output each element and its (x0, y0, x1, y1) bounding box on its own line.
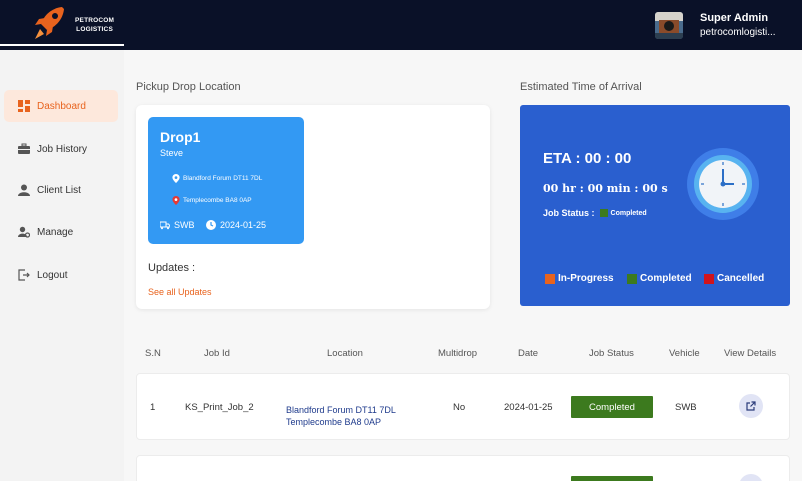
pickup-panel: Drop1 Steve Blandford Forum DT11 7DL Tem… (136, 105, 490, 309)
status-completed-swatch (599, 209, 608, 217)
job-status-value: Completed (599, 209, 647, 217)
brand-line1: PETROCOM (75, 17, 115, 24)
sidebar: Dashboard Job History Client List Manage… (0, 50, 124, 481)
drop-card[interactable]: Drop1 Steve Blandford Forum DT11 7DL Tem… (148, 117, 304, 244)
eta-countdown: 00 hr : 00 min : 00 s (543, 182, 668, 195)
legend-label: Cancelled (717, 273, 765, 284)
legend-in-progress: In-Progress (545, 273, 614, 284)
cell-sn: 1 (150, 402, 156, 413)
status-badge (571, 476, 653, 481)
legend-cancelled: Cancelled (704, 273, 764, 284)
cell-date: 2024-01-25 (504, 402, 553, 413)
top-bar: PETROCOM LOGISTICS Super Admin petrocoml… (0, 0, 802, 50)
sidebar-item-label: Dashboard (37, 100, 86, 112)
sidebar-item-logout[interactable]: Logout (4, 259, 118, 291)
drop-to-text: Templecombe BA8 0AP (183, 197, 252, 204)
table-row[interactable]: 1 KS_Print_Job_2 Blandford Forum DT11 7D… (136, 373, 790, 440)
sidebar-item-label: Job History (37, 143, 88, 155)
cell-vehicle: SWB (675, 402, 697, 413)
drop-to: Templecombe BA8 0AP (172, 196, 252, 205)
drop-from: Blandford Forum DT11 7DL (172, 174, 262, 183)
cell-location-from: Blandford Forum DT11 7DL (286, 405, 396, 415)
cell-job-id: KS_Print_Job_2 (185, 402, 254, 413)
see-all-updates-link[interactable]: See all Updates (148, 287, 212, 297)
drop-vehicle-text: SWB (174, 220, 195, 230)
header-job-id: Job Id (204, 348, 230, 359)
sidebar-item-client-list[interactable]: Client List (4, 174, 118, 206)
briefcase-icon (18, 143, 30, 155)
user-icon (18, 184, 30, 196)
avatar[interactable] (655, 12, 683, 39)
header-vehicle: Vehicle (669, 348, 700, 359)
header-date: Date (518, 348, 539, 359)
external-link-icon (746, 401, 756, 411)
job-status: Job Status : Completed (543, 208, 647, 218)
sidebar-item-job-history[interactable]: Job History (4, 133, 118, 165)
drop-date-text: 2024-01-25 (220, 220, 267, 230)
sidebar-item-label: Logout (37, 269, 68, 281)
sidebar-item-manage[interactable]: Manage (4, 216, 118, 248)
header-job-status: Job Status (589, 348, 634, 359)
cell-location-to: Templecombe BA8 0AP (286, 417, 382, 427)
eta-panel: ETA : 00 : 00 00 hr : 00 min : 00 s Job … (520, 105, 790, 306)
updates-label: Updates : (148, 262, 196, 274)
sidebar-item-label: Client List (37, 184, 81, 196)
cell-location[interactable]: Blandford Forum DT11 7DL Templecombe BA8… (286, 404, 396, 428)
legend-completed: Completed (627, 273, 692, 284)
cell-multidrop: No (453, 402, 466, 413)
drop-date: 2024-01-25 (206, 220, 266, 230)
legend-swatch (704, 273, 714, 284)
brand-name: PETROCOM LOGISTICS (75, 16, 114, 34)
view-details-button[interactable] (739, 474, 763, 481)
clock-small-icon (206, 220, 216, 230)
legend-swatch (627, 273, 637, 284)
location-pin-icon (172, 174, 180, 183)
eta-section-title: Estimated Time of Arrival (520, 81, 642, 93)
legend-swatch (545, 273, 555, 284)
brand-underline (0, 44, 124, 46)
legend-label: In-Progress (558, 273, 614, 284)
drop-client: Steve (160, 148, 184, 158)
header-location: Location (327, 348, 363, 359)
drop-from-text: Blandford Forum DT11 7DL (183, 175, 263, 182)
user-settings-icon (18, 226, 30, 238)
eta-title: ETA : 00 : 00 (543, 150, 632, 167)
logout-icon (18, 269, 30, 281)
location-pin-red-icon (172, 196, 180, 205)
status-badge: Completed (571, 396, 653, 418)
brand-line2: LOGISTICS (76, 26, 113, 33)
table-row[interactable] (136, 455, 790, 481)
clock-icon (687, 148, 759, 220)
header-view-details: View Details (724, 348, 777, 359)
legend-label: Completed (640, 273, 692, 284)
job-status-label: Job Status : (543, 208, 595, 218)
sidebar-item-label: Manage (37, 226, 74, 238)
drop-title: Drop1 (160, 129, 201, 145)
sidebar-item-dashboard[interactable]: Dashboard (4, 90, 118, 122)
job-status-text: Completed (610, 209, 647, 217)
view-details-button[interactable] (739, 394, 763, 418)
dashboard-icon (18, 100, 30, 112)
header-multidrop: Multidrop (438, 348, 478, 359)
user-name[interactable]: Super Admin (700, 12, 768, 24)
truck-icon (160, 221, 170, 230)
rocket-icon (35, 7, 64, 39)
user-org: petrocomlogisti... (700, 27, 776, 38)
brand-logo[interactable]: PETROCOM LOGISTICS (32, 6, 124, 44)
header-sn: S.N (145, 348, 161, 359)
drop-vehicle: SWB (160, 220, 195, 230)
pickup-section-title: Pickup Drop Location (136, 81, 241, 93)
